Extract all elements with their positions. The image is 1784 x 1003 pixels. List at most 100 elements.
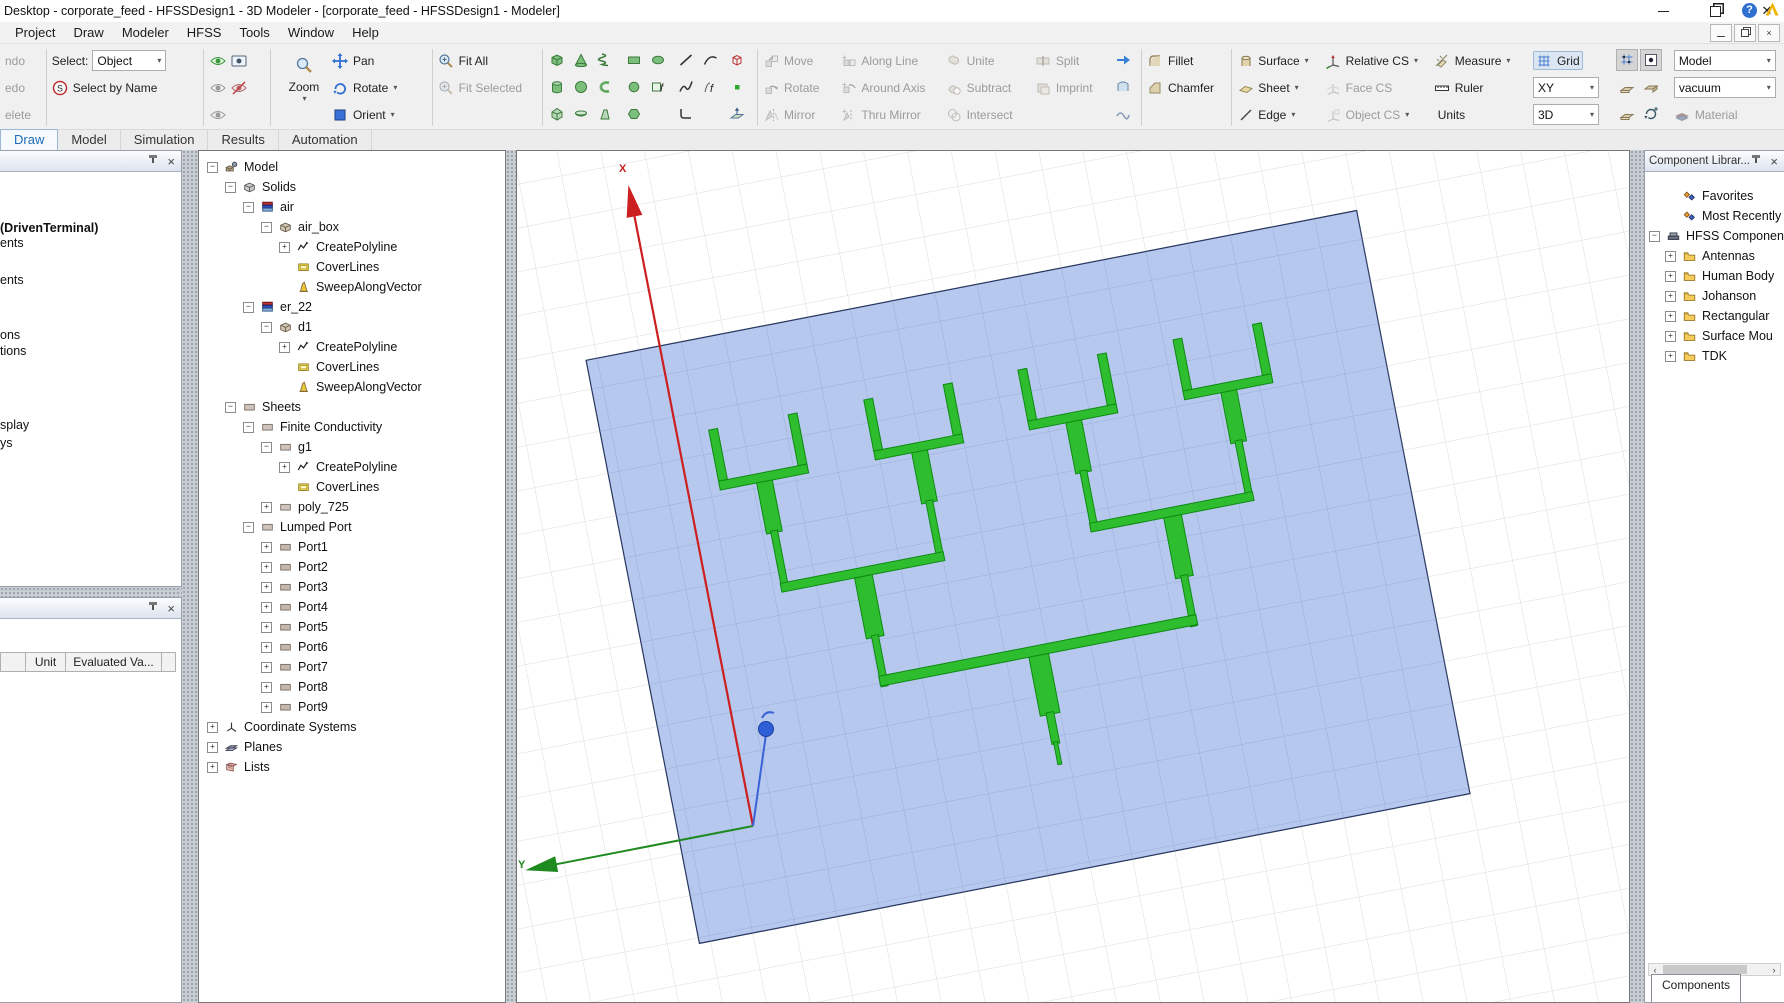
snap-rotate-cell[interactable]: [1641, 104, 1661, 124]
expand-icon[interactable]: +: [261, 641, 272, 653]
redo-button[interactable]: edo: [5, 81, 25, 95]
model-tree-item-sweepalongvector[interactable]: +SweepAlongVector: [279, 377, 422, 397]
around-axis-button[interactable]: Around Axis: [861, 81, 925, 95]
model-tree-item-solids[interactable]: − Solids: [225, 177, 296, 197]
units-button[interactable]: Units: [1438, 108, 1465, 122]
snap-face-cell[interactable]: [1617, 104, 1637, 124]
library-item-antennas[interactable]: + Antennas: [1665, 246, 1755, 266]
tab-model[interactable]: Model: [58, 130, 121, 150]
collapse-icon[interactable]: −: [1649, 230, 1660, 242]
library-item-most-recently-u[interactable]: +Most Recently U: [1665, 206, 1784, 226]
collapse-icon[interactable]: −: [261, 441, 272, 453]
pan-button[interactable]: Pan: [353, 54, 374, 68]
model-tree-item-createpolyline[interactable]: + CreatePolyline: [279, 237, 397, 257]
project-tree-item-fragment[interactable]: ys: [0, 436, 13, 450]
material-button[interactable]: Material: [1695, 108, 1738, 122]
uv-box-icon[interactable]: [729, 51, 746, 68]
material-dropdown[interactable]: vacuum ▾: [1673, 77, 1776, 98]
select-mode-dropdown[interactable]: Object ▾: [92, 50, 167, 71]
minimize-button[interactable]: [1652, 2, 1674, 20]
draw-cone-icon[interactable]: [572, 51, 589, 68]
expand-icon[interactable]: +: [1665, 290, 1676, 302]
draw-regular-polyhedron-icon[interactable]: [548, 105, 565, 122]
mdi-close-button[interactable]: ×: [1758, 24, 1780, 42]
collapse-icon[interactable]: −: [243, 201, 254, 213]
expand-icon[interactable]: +: [207, 761, 218, 773]
chamfer-button[interactable]: Chamfer: [1168, 81, 1214, 95]
expand-icon[interactable]: +: [261, 661, 272, 673]
model-tree-item-port9[interactable]: + Port9: [261, 697, 328, 717]
expand-icon[interactable]: +: [279, 341, 290, 353]
library-item-favorites[interactable]: +Favorites: [1665, 186, 1753, 206]
unit-column-header[interactable]: Unit: [26, 652, 66, 672]
grid-toggle-button[interactable]: Grid: [1532, 51, 1583, 70]
tab-results[interactable]: Results: [208, 130, 279, 150]
snap-vertex-cell[interactable]: [1617, 77, 1637, 97]
modeler-3d-viewport[interactable]: X Y: [516, 150, 1630, 1003]
expand-icon[interactable]: +: [1665, 310, 1676, 322]
model-tree-item-port2[interactable]: + Port2: [261, 557, 328, 577]
model-tree-item-port5[interactable]: + Port5: [261, 617, 328, 637]
mdi-minimize-button[interactable]: [1710, 24, 1732, 42]
expand-icon[interactable]: +: [207, 741, 218, 753]
library-item-johanson[interactable]: + Johanson: [1665, 286, 1756, 306]
model-tree-item-port4[interactable]: + Port4: [261, 597, 328, 617]
expand-icon[interactable]: +: [261, 621, 272, 633]
horizontal-splitter[interactable]: [0, 587, 182, 597]
pin-icon[interactable]: [147, 155, 159, 167]
draw-polyline-icon[interactable]: [677, 105, 694, 122]
pin-icon[interactable]: [147, 602, 159, 614]
expand-icon[interactable]: +: [261, 701, 272, 713]
history-mode-dropdown[interactable]: Model ▾: [1673, 50, 1776, 71]
along-line-button[interactable]: Along Line: [861, 54, 918, 68]
draw-regular-polygon-icon[interactable]: [626, 105, 643, 122]
expand-icon[interactable]: +: [261, 581, 272, 593]
close-panel-icon[interactable]: ×: [165, 155, 177, 168]
expand-icon[interactable]: +: [1665, 330, 1676, 342]
library-item-surface-mou[interactable]: + Surface Mou: [1665, 326, 1773, 346]
menu-modeler[interactable]: Modeler: [113, 23, 178, 42]
model-tree-item-coordinate-systems[interactable]: + Coordinate Systems: [207, 717, 357, 737]
vertical-splitter[interactable]: [1630, 150, 1644, 1003]
model-tree-item-air[interactable]: − air: [243, 197, 294, 217]
expand-icon[interactable]: +: [261, 561, 272, 573]
collapse-icon[interactable]: −: [261, 221, 272, 233]
zoom-button[interactable]: Zoom: [289, 80, 320, 94]
vertical-splitter[interactable]: [182, 150, 198, 1003]
expand-icon[interactable]: +: [261, 681, 272, 693]
collapse-icon[interactable]: −: [225, 401, 236, 413]
undo-button[interactable]: ndo: [5, 54, 25, 68]
surface-button[interactable]: Surface: [1258, 54, 1299, 68]
sweep-plane-icon[interactable]: [729, 105, 746, 122]
draw-equation-surface-icon[interactable]: f: [650, 78, 667, 95]
delete-button[interactable]: elete: [5, 108, 31, 122]
expand-icon[interactable]: +: [261, 601, 272, 613]
expand-icon[interactable]: +: [207, 721, 218, 733]
subtract-button[interactable]: Subtract: [967, 81, 1012, 95]
project-tree-item-fragment[interactable]: ents: [0, 273, 24, 287]
project-tree-item-fragment[interactable]: ons: [0, 328, 20, 342]
viewport-canvas[interactable]: [517, 151, 1630, 1003]
draw-line-icon[interactable]: [677, 51, 694, 68]
scrollbar-thumb[interactable]: [1663, 965, 1747, 974]
drawing-mode-dropdown[interactable]: 3D ▾: [1532, 104, 1599, 125]
model-tree-item-port3[interactable]: + Port3: [261, 577, 328, 597]
expand-icon[interactable]: +: [261, 541, 272, 553]
model-tree-item-er-22[interactable]: − er_22: [243, 297, 312, 317]
library-item-hfss-componen[interactable]: − HFSS Componen: [1649, 226, 1784, 246]
menu-window[interactable]: Window: [279, 23, 343, 42]
select-by-name-button[interactable]: Select by Name: [73, 81, 158, 95]
show-all-icon[interactable]: [209, 52, 226, 69]
draw-arc-icon[interactable]: [701, 51, 718, 68]
model-tree-item-air-box[interactable]: − air_box: [261, 217, 339, 237]
model-tree-item-sweepalongvector[interactable]: +SweepAlongVector: [279, 277, 422, 297]
collapse-icon[interactable]: −: [261, 321, 272, 333]
mirror-button[interactable]: Mirror: [784, 108, 815, 122]
expand-icon[interactable]: +: [1665, 270, 1676, 282]
model-tree-item-finite-conductivity[interactable]: − Finite Conductivity: [243, 417, 382, 437]
ruler-button[interactable]: Ruler: [1455, 81, 1484, 95]
draw-box-icon[interactable]: [548, 51, 565, 68]
collapse-icon[interactable]: −: [207, 161, 218, 173]
fillet-button[interactable]: Fillet: [1168, 54, 1193, 68]
model-tree-item-createpolyline[interactable]: + CreatePolyline: [279, 337, 397, 357]
